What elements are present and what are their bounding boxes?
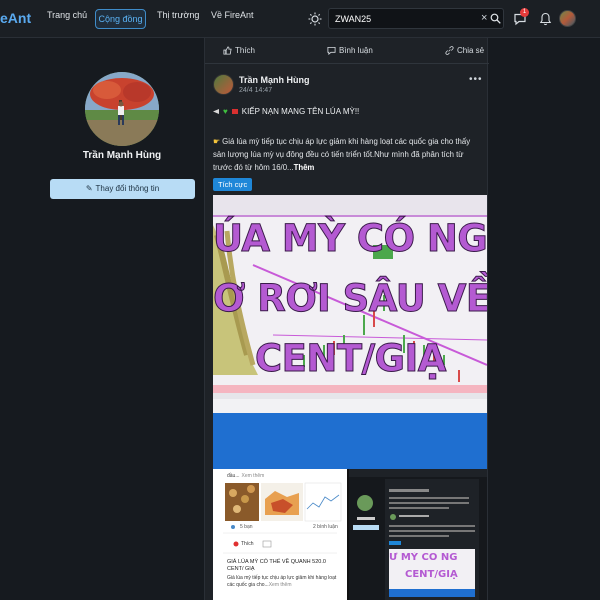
search-input[interactable] [335,12,475,26]
post-author-name[interactable]: Trần Mạnh Hùng [239,75,310,85]
search-icon[interactable] [490,13,501,24]
image-headline-2: Ơ RƠI SÂU VỀ [213,277,487,321]
user-avatar[interactable] [559,10,576,27]
notification-count-badge: 1 [520,8,529,17]
thumbs-up-icon [223,46,232,55]
post-feed: Thích Bình luận Chia sẻ Trần Mạnh Hùng 2… [204,38,489,600]
profile-name: Trần Mạnh Hùng [82,150,162,161]
post-body: ☛ Giá lúa mỳ tiếp tục chịu áp lực giảm k… [213,135,481,174]
post-thumbnail-strip[interactable]: đầu... Xem thêm 5 bạn 2 bình luận Thích G… [213,469,487,600]
left-arrow-emoji-icon [213,109,219,114]
thumb-comments-count: 2 bình luận [313,524,338,530]
share-button[interactable]: Chia sẻ [445,46,484,55]
previous-post-actions: Thích Bình luận Chia sẻ [205,38,489,64]
thumb-body: Giá lúa mỳ tiếp tục chịu áp lực giảm khi… [227,575,337,588]
comment-icon [327,46,336,55]
nav-about[interactable]: Về FireAnt [211,10,254,20]
bell-icon[interactable] [539,12,552,26]
post-title-row: ♥ KIẾP NẠN MANG TÊN LÚA MỲ!! [213,107,359,116]
top-navigation-bar: eAnt Trang chủ Cộng đồng Thị trường Về F… [0,0,600,38]
image-headline-1: ÚA MỲ CÓ NG [213,217,487,261]
comment-button[interactable]: Bình luận [327,46,373,55]
sun-icon[interactable] [308,12,322,26]
thumbnail-feed-screenshot[interactable]: đầu... Xem thêm 5 bạn 2 bình luận Thích G… [213,469,347,600]
post-body-text: Giá lúa mỳ tiếp tục chịu áp lực giảm khi… [213,137,471,172]
comment-label: Bình luận [339,46,373,55]
pointing-hand-emoji-icon: ☛ [213,137,220,146]
profile-panel: Trần Mạnh Hùng ✎ Thay đổi thông tin [40,38,210,600]
post-timestamp: 24/4 14:47 [239,87,273,94]
search-box: × [328,8,504,29]
share-label: Chia sẻ [457,46,485,55]
sentiment-tag: Tích cực [213,178,253,191]
green-heart-emoji-icon: ♥ [223,107,228,116]
post-title: KIẾP NẠN MANG TÊN LÚA MỲ!! [241,107,360,116]
red-square-emoji-icon [231,109,238,114]
nav-home[interactable]: Trang chủ [47,10,87,20]
thumb-mini-headline-2: CENT/GIẠ [405,569,458,580]
like-label: Thích [235,46,256,55]
fireant-logo[interactable]: eAnt [0,10,31,26]
thumb-headline: GIÁ LÚA MỲ CÓ THỂ VỀ QUANH 520.0 CENT/ G… [227,559,326,572]
post-main-image[interactable]: ÚA MỲ CÓ NG Ơ RƠI SÂU VỀ CENT/GIẠ [213,195,487,469]
read-more-link[interactable]: Thêm [294,163,315,172]
thumb-like-label: Thích [241,541,254,547]
share-icon [445,46,454,55]
thumb-mini-headline-1: Ừ MỲ CÓ NG [389,552,458,563]
nav-market[interactable]: Thị trường [157,10,199,20]
edit-profile-button[interactable]: ✎ Thay đổi thông tin [50,179,195,199]
profile-avatar [85,72,159,146]
nav-community[interactable]: Cộng đồng [95,9,146,29]
edit-profile-label: Thay đổi thông tin [95,184,160,193]
edit-icon: ✎ [85,184,93,193]
post-more-options-icon[interactable]: ••• [469,74,483,85]
like-button[interactable]: Thích [223,46,255,55]
image-headline-3: CENT/GIẠ [255,337,447,381]
post-author-avatar[interactable] [213,74,234,95]
thumb-likes-count: 5 bạn [240,524,253,530]
thumbnail-profile-screenshot[interactable]: Ừ MỲ CÓ NG CENT/GIẠ [349,469,487,600]
